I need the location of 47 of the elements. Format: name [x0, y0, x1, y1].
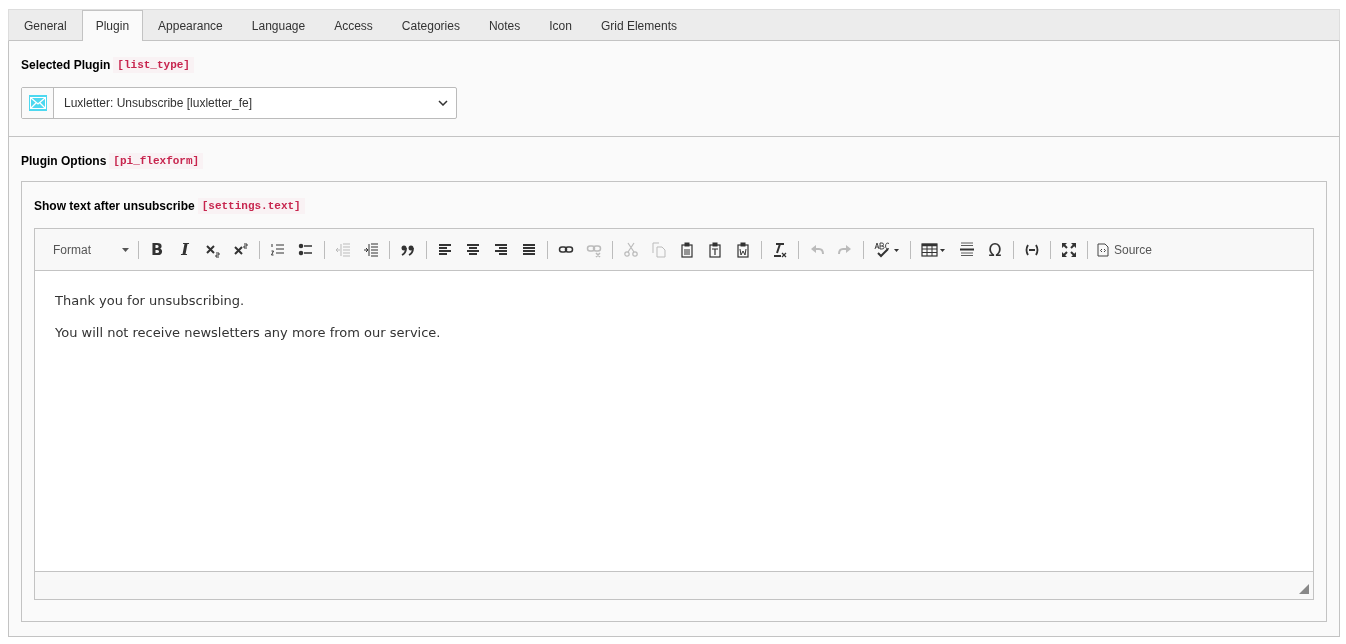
- bulleted-list-icon: [298, 241, 314, 258]
- field-label: Selected Plugin: [21, 58, 111, 72]
- tab[interactable]: Categories: [387, 10, 474, 41]
- tab[interactable]: Notes: [474, 10, 535, 41]
- format-dropdown[interactable]: Format: [43, 242, 133, 257]
- chevron-down-icon: [438, 100, 448, 106]
- tab[interactable]: General: [10, 10, 81, 41]
- tab[interactable]: Access: [320, 10, 387, 41]
- indent-icon: [363, 241, 379, 258]
- justify-icon: [521, 241, 537, 258]
- paragraph: Thank you for unsubscribing.: [55, 293, 246, 308]
- resize-handle-icon[interactable]: [1299, 584, 1309, 594]
- special-character-button[interactable]: Ω: [982, 237, 1008, 262]
- table-icon: [921, 241, 947, 258]
- source-button[interactable]: Source: [1093, 242, 1157, 257]
- align-left-icon: [437, 241, 453, 258]
- envelope-icon: [22, 88, 54, 118]
- plugin-select[interactable]: Luxletter: Unsubscribe [luxletter_fe]: [21, 87, 457, 119]
- paste-text-icon: [707, 241, 723, 258]
- bold-button[interactable]: B: [144, 237, 170, 262]
- editor-content[interactable]: Thank you for unsubscribing. You will not receive newsletters any more from our service.: [35, 271, 1313, 571]
- remove-format-icon: [772, 241, 788, 258]
- horizontal-line-icon: [959, 241, 975, 258]
- caret-icon: [122, 247, 129, 252]
- copy-icon: [651, 241, 667, 258]
- numbered-list-icon: [270, 241, 286, 258]
- paste-word-icon: [735, 241, 751, 258]
- outdent-icon: [335, 241, 351, 258]
- paragraph: You will not receive newsletters any more from our service.: [55, 325, 442, 340]
- section-label: Plugin Options: [21, 154, 107, 168]
- field-label: Show text after unsubscribe: [34, 199, 195, 213]
- tab[interactable]: Appearance: [144, 10, 237, 41]
- field-name: [settings.text]: [197, 198, 305, 214]
- tab[interactable]: Icon: [535, 10, 586, 41]
- italic-button[interactable]: I: [172, 237, 198, 262]
- tab[interactable]: Language: [237, 10, 320, 41]
- scissors-icon: [623, 241, 639, 258]
- maximize-icon: [1061, 241, 1077, 258]
- align-right-icon: [493, 241, 509, 258]
- spellcheck-icon: [874, 241, 900, 258]
- document-icon: [1097, 242, 1109, 257]
- field-name: [list_type]: [113, 57, 194, 73]
- field-name: [pi_flexform]: [109, 153, 204, 169]
- tab[interactable]: Plugin: [81, 10, 144, 41]
- align-center-icon: [465, 241, 481, 258]
- paste-icon: [679, 241, 695, 258]
- tab[interactable]: Grid Elements: [586, 10, 691, 41]
